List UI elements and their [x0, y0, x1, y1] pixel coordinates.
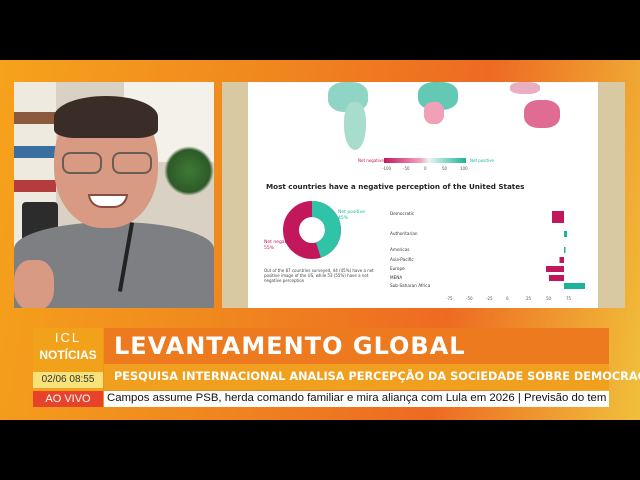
legend-tick: -100	[382, 166, 392, 171]
video-frame: Net negative Net positive -100 -50 0 50 …	[0, 60, 640, 420]
glasses-lens	[112, 152, 152, 174]
region-label: Sub-Saharan Africa	[390, 283, 431, 288]
broadcast-frame: Net negative Net positive -100 -50 0 50 …	[0, 0, 640, 480]
webcam-feed	[14, 82, 214, 308]
region-label: Authoritarian	[390, 231, 418, 236]
plant	[164, 146, 214, 196]
donut-caption: Out of the 87 countries surveyed, 44 (45…	[264, 268, 374, 283]
book-row	[14, 146, 56, 158]
legend-positive-label: Net positive	[470, 158, 494, 163]
x-tick-label: -50	[466, 296, 473, 301]
x-tick-label: -25	[486, 296, 493, 301]
region-label: MENA	[390, 275, 403, 280]
presenter-hair	[54, 96, 158, 138]
legend-negative-label: Net negative	[358, 158, 384, 163]
region-bar	[549, 275, 564, 281]
donut-negative-value: 55%	[264, 246, 275, 251]
region-label: Asia-Pacific	[390, 257, 414, 262]
region-bar	[564, 283, 585, 289]
donut-positive-value: 45%	[338, 216, 349, 221]
region-label: Americas	[390, 247, 410, 252]
glasses-lens	[62, 152, 102, 174]
slide-heading: Most countries have a negative perceptio…	[266, 182, 525, 191]
map-south-america	[344, 102, 366, 150]
map-australia	[524, 100, 560, 128]
color-scale-bar	[384, 158, 466, 163]
donut-positive-label: Net positive 45%	[338, 210, 365, 222]
presenter-hand	[14, 260, 54, 308]
subheadline-bar: PESQUISA INTERNACIONAL ANALISA PERCEPÇÃO…	[104, 364, 640, 390]
x-tick-label: 50	[546, 296, 552, 301]
book-row	[14, 112, 56, 124]
legend-tick: 50	[442, 166, 448, 171]
region-bar-chart	[546, 211, 585, 289]
shared-screen: Net negative Net positive -100 -50 0 50 …	[222, 82, 625, 308]
x-tick-label: 75	[566, 296, 572, 301]
glasses	[62, 152, 154, 174]
legend-tick: 0	[424, 166, 427, 171]
map-asia	[510, 82, 540, 94]
region-bar	[559, 257, 564, 263]
x-tick-label: -75	[446, 296, 453, 301]
region-bar	[546, 266, 564, 272]
logo-noticias: NOTÍCIAS	[39, 348, 97, 362]
book-row	[14, 180, 56, 192]
map-southern-africa	[424, 102, 444, 124]
channel-logo: ICL NOTÍCIAS 02/06 08:55	[33, 328, 103, 391]
legend-tick: -50	[403, 166, 410, 171]
headline: LEVANTAMENTO GLOBAL	[114, 332, 466, 360]
x-tick-label: 0	[506, 296, 509, 301]
live-badge: AO VIVO	[33, 391, 103, 407]
region-bar	[564, 247, 566, 253]
legend-tick: 100	[460, 166, 468, 171]
subheadline: PESQUISA INTERNACIONAL ANALISA PERCEPÇÃO…	[114, 370, 640, 383]
report-slide: Net negative Net positive -100 -50 0 50 …	[248, 82, 598, 308]
donut-negative-label: Net negative 55%	[264, 240, 293, 252]
region-bar	[564, 231, 567, 237]
region-label: Europe	[390, 266, 405, 271]
x-tick-label: 25	[526, 296, 532, 301]
ticker-text: Campos assume PSB, herda comando familia…	[107, 392, 607, 404]
region-label: Democratic	[390, 211, 415, 216]
date-time: 02/06 08:55	[33, 372, 103, 388]
logo-icl: ICL	[54, 330, 82, 345]
region-bar	[552, 211, 564, 223]
news-ticker: Campos assume PSB, herda comando familia…	[104, 391, 609, 407]
